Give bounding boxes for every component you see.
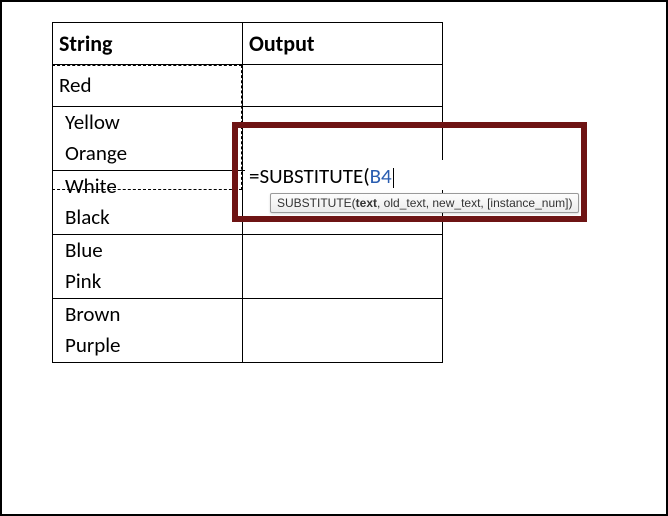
function-tooltip[interactable]: SUBSTITUTE(text, old_text, new_text, [in…	[270, 193, 579, 213]
group-row-3: Brown Purple	[53, 298, 443, 362]
group-3-line-1: Purple	[59, 330, 236, 361]
formula-reference: B4	[370, 165, 392, 188]
spacer-row: Red	[53, 65, 443, 107]
group-2-line-0: Blue	[59, 235, 236, 266]
string-cell-1[interactable]: White Black	[53, 170, 243, 234]
spacer-string-cell[interactable]: Red	[53, 65, 243, 107]
output-cell-3[interactable]	[243, 298, 443, 362]
group-3-line-0: Brown	[59, 299, 236, 330]
tooltip-arg-bold: text	[356, 196, 377, 210]
string-cell-2[interactable]: Blue Pink	[53, 234, 243, 298]
text-caret	[393, 168, 394, 188]
formula-prefix: =SUBSTITUTE(	[249, 165, 370, 188]
group-0-line-0: Red	[59, 72, 236, 98]
spacer-output-cell[interactable]	[243, 65, 443, 107]
group-2-line-1: Pink	[59, 266, 236, 297]
tooltip-rest: , old_text, new_text, [instance_num])	[377, 196, 572, 210]
group-1-line-1: Black	[59, 202, 236, 233]
group-0-line-2: Orange	[59, 138, 236, 169]
outer-frame: String Output Red Yellow Orange	[0, 0, 668, 516]
string-cell-3[interactable]: Brown Purple	[53, 298, 243, 362]
active-formula-cell[interactable]: =SUBSTITUTE(B4	[245, 160, 465, 190]
group-0-line-1: Yellow	[59, 107, 236, 138]
string-cell-0[interactable]: Yellow Orange	[53, 107, 243, 171]
tooltip-fn: SUBSTITUTE(	[277, 196, 356, 210]
group-row-2: Blue Pink	[53, 234, 443, 298]
header-row: String Output	[53, 23, 443, 65]
header-string: String	[53, 23, 243, 65]
header-output: Output	[243, 23, 443, 65]
group-1-line-0: White	[59, 171, 236, 202]
output-cell-2[interactable]	[243, 234, 443, 298]
